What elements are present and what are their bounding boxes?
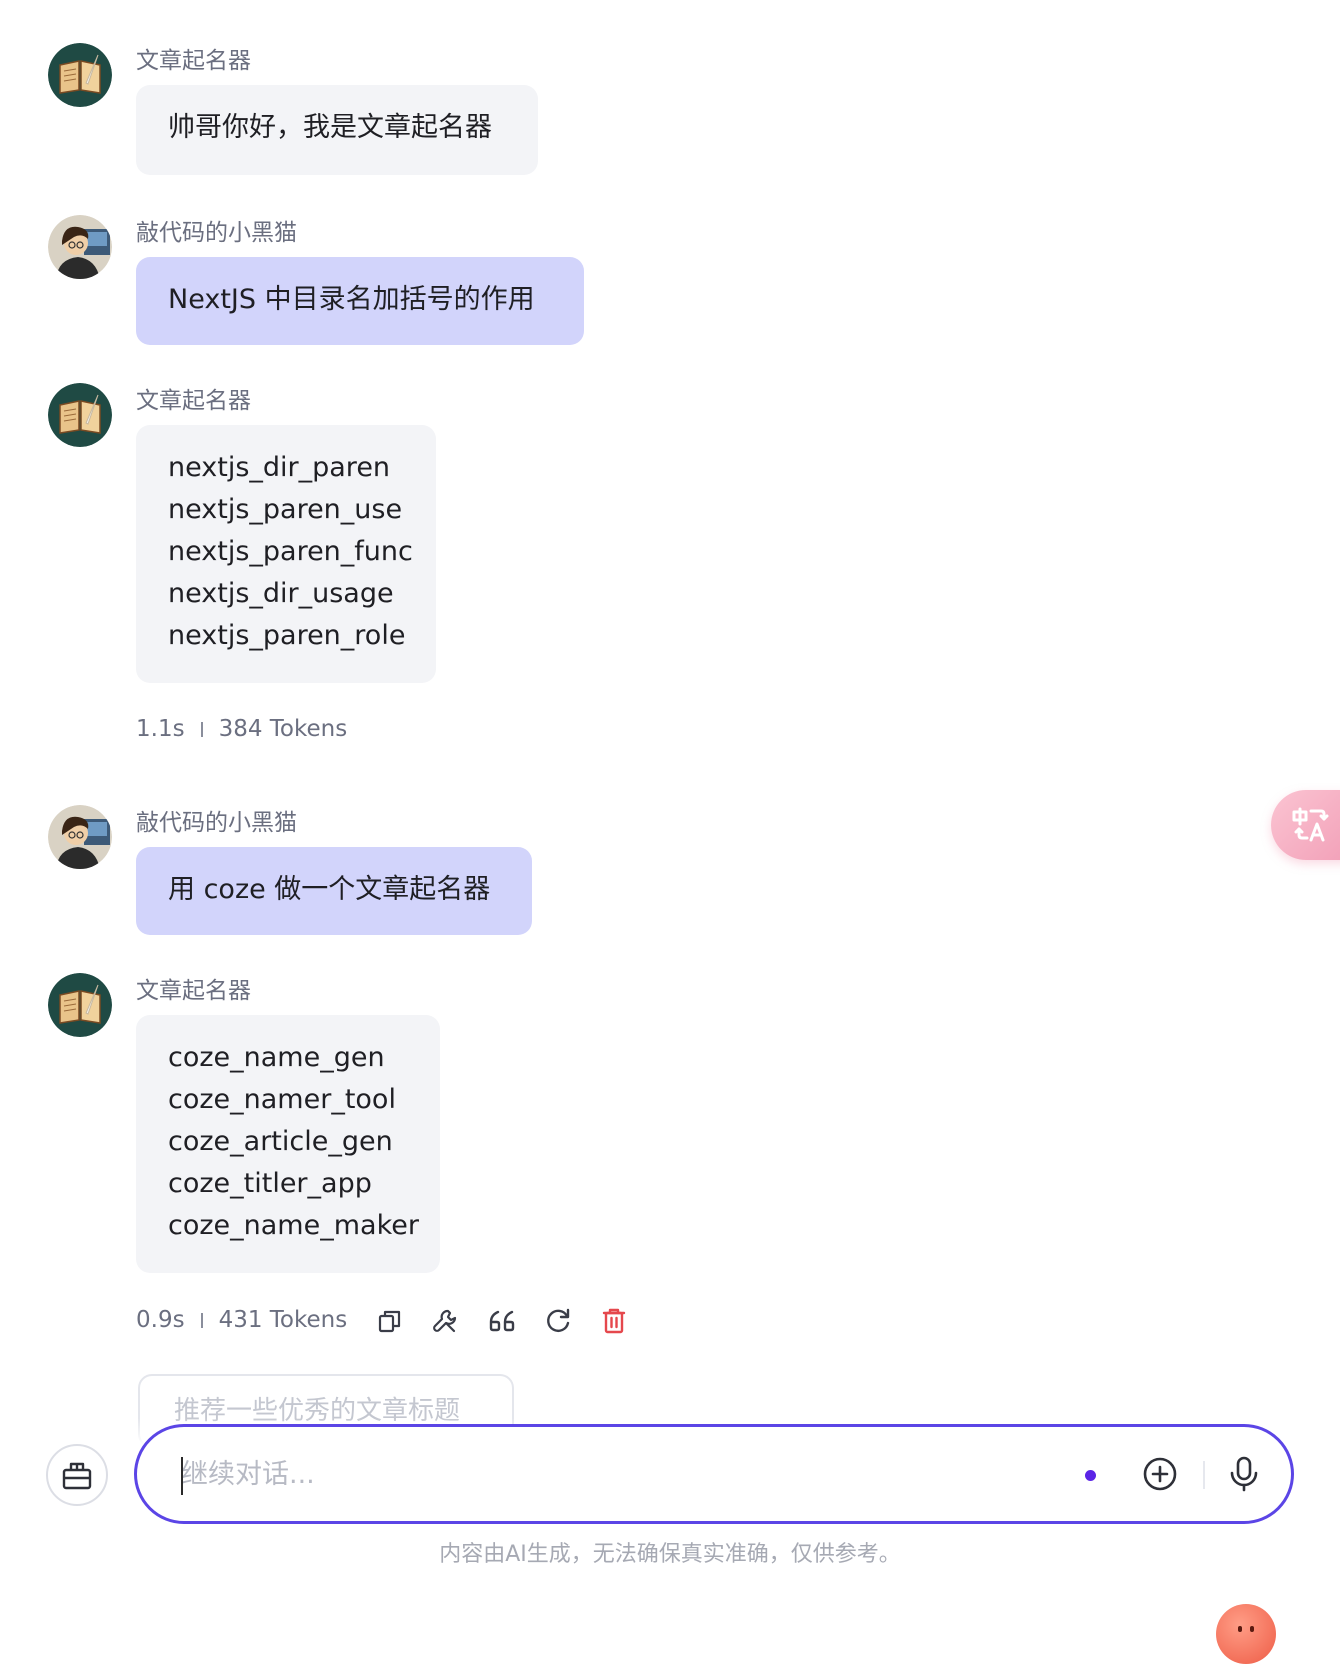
translate-icon bbox=[1292, 807, 1329, 842]
token-count: 384 Tokens bbox=[218, 716, 348, 742]
toolbox-icon bbox=[62, 1462, 92, 1490]
toolbox-button[interactable] bbox=[46, 1444, 108, 1506]
message-text: 用 coze 做一个文章起名器 bbox=[168, 874, 491, 905]
token-count: 431 Tokens bbox=[218, 1307, 348, 1333]
user-avatar[interactable] bbox=[48, 805, 112, 869]
microphone-icon bbox=[1230, 1456, 1258, 1492]
status-dot bbox=[1085, 1470, 1096, 1481]
trash-icon bbox=[602, 1308, 626, 1334]
message-meta: 1.1s 384 Tokens bbox=[136, 713, 347, 745]
quote-button[interactable] bbox=[484, 1303, 520, 1339]
bot-avatar[interactable] bbox=[48, 43, 112, 107]
message-meta: 0.9s 431 Tokens bbox=[136, 1304, 347, 1336]
user-avatar[interactable] bbox=[48, 215, 112, 279]
mascot-eye bbox=[1250, 1626, 1254, 1632]
response-time: 0.9s bbox=[136, 1307, 185, 1333]
message-line: coze_name_maker bbox=[168, 1210, 419, 1241]
message-actions bbox=[372, 1303, 652, 1339]
meta-separator bbox=[200, 1312, 203, 1328]
sender-name: 敲代码的小黑猫 bbox=[136, 220, 297, 246]
mascot-eye bbox=[1238, 1626, 1242, 1632]
wrench-icon bbox=[433, 1309, 457, 1333]
meta-separator bbox=[200, 721, 203, 737]
bot-message-bubble: nextjs_dir_paren nextjs_paren_use nextjs… bbox=[136, 425, 436, 683]
quote-icon bbox=[489, 1310, 515, 1332]
plus-circle-icon bbox=[1143, 1457, 1177, 1491]
message-line: nextjs_paren_use bbox=[168, 494, 403, 525]
user-message-bubble: NextJS 中目录名加括号的作用 bbox=[136, 257, 584, 345]
add-attachment-button[interactable] bbox=[1137, 1451, 1183, 1497]
chat-input-container bbox=[134, 1424, 1294, 1524]
regenerate-button[interactable] bbox=[540, 1303, 576, 1339]
refresh-icon bbox=[547, 1308, 570, 1332]
debug-button[interactable] bbox=[428, 1303, 464, 1339]
message-line: coze_name_gen bbox=[168, 1042, 385, 1073]
message-line: coze_namer_tool bbox=[168, 1084, 396, 1115]
message-line: nextjs_paren_func bbox=[168, 536, 413, 567]
message-line: coze_article_gen bbox=[168, 1126, 393, 1157]
ai-disclaimer: 内容由AI生成，无法确保真实准确，仅供参考。 bbox=[439, 1542, 901, 1567]
message-text: 帅哥你好，我是文章起名器 bbox=[168, 112, 492, 143]
sender-name: 文章起名器 bbox=[136, 48, 251, 74]
voice-input-button[interactable] bbox=[1221, 1451, 1267, 1497]
bot-message-bubble: 帅哥你好，我是文章起名器 bbox=[136, 85, 538, 175]
chat-input[interactable] bbox=[181, 1449, 1001, 1499]
copy-button[interactable] bbox=[372, 1303, 408, 1339]
sender-name: 文章起名器 bbox=[136, 388, 251, 414]
bot-avatar[interactable] bbox=[48, 973, 112, 1037]
user-message-bubble: 用 coze 做一个文章起名器 bbox=[136, 847, 532, 935]
sender-name: 敲代码的小黑猫 bbox=[136, 810, 297, 836]
response-time: 1.1s bbox=[136, 716, 185, 742]
copy-icon bbox=[378, 1310, 401, 1333]
message-line: nextjs_dir_usage bbox=[168, 578, 394, 609]
translate-button[interactable] bbox=[1271, 790, 1340, 860]
sender-name: 文章起名器 bbox=[136, 978, 251, 1004]
message-line: nextjs_paren_role bbox=[168, 620, 406, 651]
assistant-mascot[interactable] bbox=[1216, 1604, 1276, 1664]
message-line: coze_titler_app bbox=[168, 1168, 372, 1199]
message-line: nextjs_dir_paren bbox=[168, 452, 391, 483]
message-text: NextJS 中目录名加括号的作用 bbox=[168, 284, 535, 315]
text-cursor bbox=[181, 1457, 183, 1495]
delete-button[interactable] bbox=[596, 1303, 632, 1339]
input-divider bbox=[1203, 1461, 1205, 1489]
bot-message-bubble: coze_name_gen coze_namer_tool coze_artic… bbox=[136, 1015, 440, 1273]
bot-avatar[interactable] bbox=[48, 383, 112, 447]
